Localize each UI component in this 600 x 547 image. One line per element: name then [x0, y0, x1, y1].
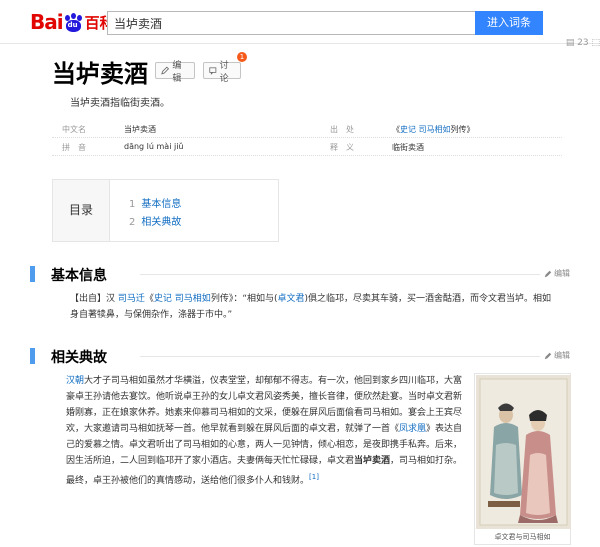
link-feng-qiu-huang[interactable]: 凤求凰 [399, 424, 426, 434]
toc-heading: 目录 [53, 180, 110, 241]
illustration-figure[interactable]: 卓文君与司马相如 [474, 373, 571, 545]
painting-image [476, 375, 571, 529]
section-paragraph: 汉朝大才子司马相如虽然才华横溢，仪表堂堂，却郁郁不得志。有一次，他回到家乡四川临… [66, 376, 463, 486]
info-value-pinyin: dāng lú mài jiǔ [124, 142, 184, 151]
info-label-meaning: 释 义 [330, 143, 354, 152]
toc-item-basic-info[interactable]: 1 基本信息 [129, 195, 181, 210]
info-label-pinyin: 拼 音 [62, 143, 86, 152]
pencil-icon [544, 270, 552, 277]
link-shiji[interactable]: 史记 [400, 125, 416, 134]
link-shiji[interactable]: 史记 [154, 294, 172, 304]
discussion-count-badge: 1 [237, 52, 247, 62]
info-value-source: 《史记 司马相如列传》 [392, 125, 475, 134]
section-title: 基本信息 [51, 268, 107, 284]
discuss-button[interactable]: 讨论 [203, 61, 241, 84]
section-edit-button[interactable]: 编辑 [544, 268, 570, 279]
info-row: 拼 音 dāng lú mài jiǔ 释 义 临街卖酒 [52, 139, 562, 156]
logo-bai-text: Bai [30, 10, 64, 34]
table-of-contents: 目录 1 基本信息 2 相关典故 [52, 179, 279, 242]
pencil-icon [161, 66, 170, 75]
section-divider [140, 274, 540, 275]
link-sima-xiangru[interactable]: 司马相如 [175, 294, 211, 304]
info-value-chinese-name: 当垆卖酒 [124, 125, 156, 134]
info-label-source: 出 处 [330, 125, 354, 134]
site-header: Bai du 百科 进入词条 ▤ 23 ⬚ [0, 0, 600, 48]
section-marker [30, 348, 35, 364]
section-title: 相关典故 [51, 350, 107, 366]
link-han-dynasty[interactable]: 汉朝 [66, 376, 84, 386]
info-value-meaning: 临街卖酒 [392, 143, 424, 152]
logo-du-text: du [67, 20, 78, 29]
section-header-related-story: 相关典故 编辑 [30, 348, 570, 366]
section-paragraph: 【出自】汉 司马迁《史记 司马相如列传》：“相如与(卓文君)俱之临邛，尽卖其车骑… [70, 294, 552, 320]
info-label-chinese-name: 中文名 [62, 125, 86, 134]
enter-entry-button[interactable]: 进入词条 [475, 11, 543, 35]
link-sima-qian[interactable]: 司马迁 [118, 294, 145, 304]
figure-caption: 卓文君与司马相如 [494, 533, 551, 541]
header-tools[interactable]: ▤ 23 ⬚ [566, 38, 600, 48]
paw-icon: du [64, 12, 83, 32]
link-zhuo-wenjun[interactable]: 卓文君 [278, 294, 305, 304]
section-divider [140, 356, 540, 357]
discuss-label: 讨论 [219, 60, 229, 84]
reference-link[interactable]: [1] [309, 473, 319, 481]
info-row: 中文名 当垆卖酒 出 处 《史记 司马相如列传》 [52, 121, 562, 138]
edit-title-button[interactable]: 编辑 [155, 61, 195, 84]
section-header-basic-info: 基本信息 编辑 [30, 266, 570, 284]
search-input[interactable] [107, 11, 475, 35]
section-edit-button[interactable]: 编辑 [544, 350, 570, 361]
toc-item-related-story[interactable]: 2 相关典故 [129, 213, 181, 228]
page-title: 当垆卖酒 [52, 59, 148, 88]
baidu-baike-logo[interactable]: Bai du 百科 [30, 9, 115, 35]
section-marker [30, 266, 35, 282]
link-sima-xiangru[interactable]: 司马相如 [419, 125, 451, 134]
basic-info-table: 中文名 当垆卖酒 出 处 《史记 司马相如列传》 拼 音 dāng lú mài… [52, 117, 562, 157]
edit-title-label: 编辑 [172, 60, 182, 84]
pencil-icon [544, 352, 552, 359]
entry-summary: 当垆卖酒指临街卖酒。 [70, 98, 170, 109]
chat-icon [209, 67, 217, 75]
